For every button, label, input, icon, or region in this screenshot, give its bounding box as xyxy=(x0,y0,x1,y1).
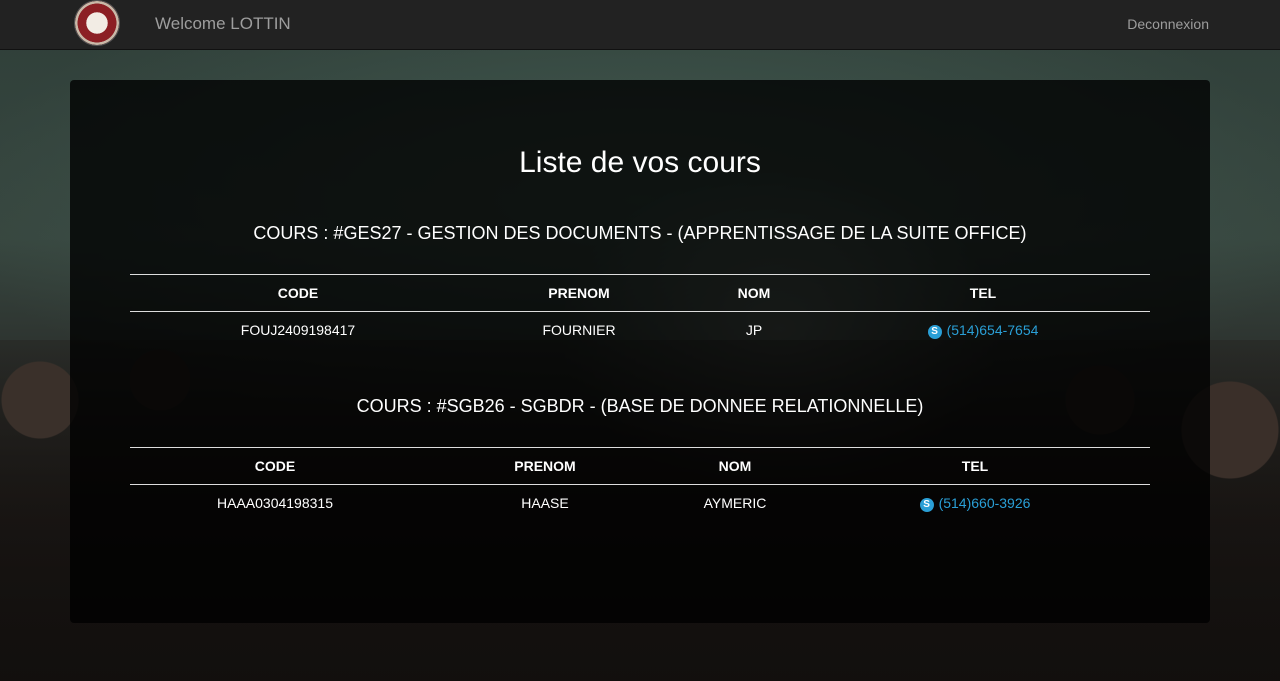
logout-link[interactable]: Deconnexion xyxy=(1127,16,1209,32)
cell-tel: S (514)660-3926 xyxy=(800,485,1150,522)
table-row: HAAA0304198315 HAASE AYMERIC S (514)660-3… xyxy=(130,485,1150,522)
cell-nom: AYMERIC xyxy=(703,495,767,511)
course-heading: COURS : #SGB26 - SGBDR - (BASE DE DONNEE… xyxy=(356,396,924,416)
course-table: CODE PRENOM NOM TEL FOUJ2409198417 FOURN… xyxy=(130,274,1150,348)
cell-prenom: FOURNIER xyxy=(542,322,616,338)
table-row: FOUJ2409198417 FOURNIER JP S (514)654-765… xyxy=(130,312,1150,349)
cell-code: HAAA0304198315 xyxy=(217,495,333,511)
tel-number: (514)654-7654 xyxy=(946,321,1039,338)
cell-code: FOUJ2409198417 xyxy=(240,322,356,338)
column-header-prenom: PRENOM xyxy=(420,447,670,485)
column-header-tel: TEL xyxy=(800,447,1150,485)
course-heading: COURS : #GES27 - GESTION DES DOCUMENTS -… xyxy=(253,223,1027,243)
college-crest-logo[interactable] xyxy=(75,1,119,45)
page-title: Liste de vos cours xyxy=(519,146,761,179)
column-header-prenom: PRENOM xyxy=(466,274,692,312)
column-header-nom: NOM xyxy=(692,274,816,312)
welcome-text: Welcome LOTTIN xyxy=(155,14,291,33)
tel-link[interactable]: S (514)654-7654 xyxy=(927,321,1039,339)
tel-link[interactable]: S (514)660-3926 xyxy=(919,494,1031,512)
column-header-tel: TEL xyxy=(816,274,1150,312)
table-header-row: CODE PRENOM NOM TEL xyxy=(130,274,1150,312)
cell-nom: JP xyxy=(745,322,763,338)
table-header-row: CODE PRENOM NOM TEL xyxy=(130,447,1150,485)
navbar: Welcome LOTTIN Deconnexion xyxy=(0,0,1280,50)
course-table: CODE PRENOM NOM TEL HAAA0304198315 HAASE… xyxy=(130,447,1150,521)
tel-number: (514)660-3926 xyxy=(938,494,1031,511)
column-header-code: CODE xyxy=(130,274,466,312)
skype-icon: S xyxy=(927,324,942,339)
cell-tel: S (514)654-7654 xyxy=(816,312,1150,349)
cell-prenom: HAASE xyxy=(521,495,569,511)
skype-icon: S xyxy=(919,497,934,512)
column-header-nom: NOM xyxy=(670,447,800,485)
courses-panel: Liste de vos cours COURS : #GES27 - GEST… xyxy=(70,80,1210,623)
column-header-code: CODE xyxy=(130,447,420,485)
